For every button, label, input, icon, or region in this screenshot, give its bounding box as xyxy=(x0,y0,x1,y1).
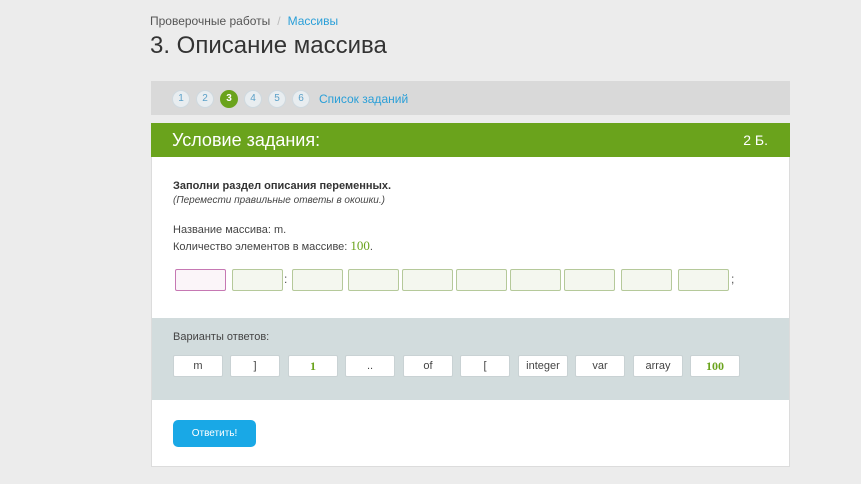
task-number-2[interactable]: 2 xyxy=(196,90,214,108)
breadcrumb-current-link[interactable]: Массивы xyxy=(288,14,339,28)
array-count-prefix: Количество элементов в массиве: xyxy=(173,241,351,253)
task-number-3-active[interactable]: 3 xyxy=(220,90,238,108)
breadcrumb: Проверочные работы / Массивы xyxy=(150,14,338,28)
task-number-6[interactable]: 6 xyxy=(292,90,310,108)
answer-slot-1[interactable] xyxy=(175,269,226,291)
answer-slot-4[interactable] xyxy=(348,269,399,291)
answer-slot-5[interactable] xyxy=(402,269,453,291)
task-points: 2 Б. xyxy=(743,132,768,148)
task-navigation-bar: 1 2 3 4 5 6 Список заданий xyxy=(151,81,790,115)
answer-slot-2[interactable] xyxy=(232,269,283,291)
array-count-suffix: . xyxy=(369,241,373,253)
task-instruction: Заполни раздел описания переменных. xyxy=(173,180,392,192)
semicolon-text: ; xyxy=(731,272,735,286)
breadcrumb-separator: / xyxy=(277,14,281,28)
answer-chip-integer[interactable]: integer xyxy=(518,355,568,377)
answer-chip-var[interactable]: var xyxy=(575,355,625,377)
page-title: 3. Описание массива xyxy=(150,32,387,59)
answer-chip-1[interactable]: 1 xyxy=(288,355,338,377)
task-number-4[interactable]: 4 xyxy=(244,90,262,108)
array-count-value: 100 xyxy=(350,238,370,253)
answer-slot-8[interactable] xyxy=(564,269,615,291)
answer-chip-of[interactable]: of xyxy=(403,355,453,377)
task-card: Условие задания: 2 Б. Заполни раздел опи… xyxy=(151,123,790,467)
task-card-header: Условие задания: 2 Б. xyxy=(151,123,790,157)
answer-chip-range[interactable]: .. xyxy=(345,355,395,377)
answer-slot-3[interactable] xyxy=(292,269,343,291)
answer-slot-7[interactable] xyxy=(510,269,561,291)
answer-options-label: Варианты ответов: xyxy=(173,331,270,343)
task-list-link[interactable]: Список заданий xyxy=(319,92,408,106)
answer-chip-100[interactable]: 100 xyxy=(690,355,740,377)
answer-chip-m[interactable]: m xyxy=(173,355,223,377)
task-condition-title: Условие задания: xyxy=(172,130,321,150)
array-name-text: Название массива: m. xyxy=(173,224,287,236)
colon-text: : xyxy=(284,272,288,286)
answer-chip-array[interactable]: array xyxy=(633,355,683,377)
submit-answer-button[interactable]: Ответить! xyxy=(173,420,256,447)
task-number-1[interactable]: 1 xyxy=(172,90,190,108)
breadcrumb-root-link[interactable]: Проверочные работы xyxy=(150,14,270,28)
answer-slot-10[interactable] xyxy=(678,269,729,291)
answer-chip-open-bracket[interactable]: [ xyxy=(460,355,510,377)
task-number-5[interactable]: 5 xyxy=(268,90,286,108)
array-count-text: Количество элементов в массиве: 100. xyxy=(173,238,373,254)
answer-slot-9[interactable] xyxy=(621,269,672,291)
answer-chip-close-bracket[interactable]: ] xyxy=(230,355,280,377)
task-hint: (Перемести правильные ответы в окошки.) xyxy=(173,195,385,206)
answer-slot-6[interactable] xyxy=(456,269,507,291)
answer-options-panel: Варианты ответов: m ] 1 .. of [ integer … xyxy=(152,318,789,400)
